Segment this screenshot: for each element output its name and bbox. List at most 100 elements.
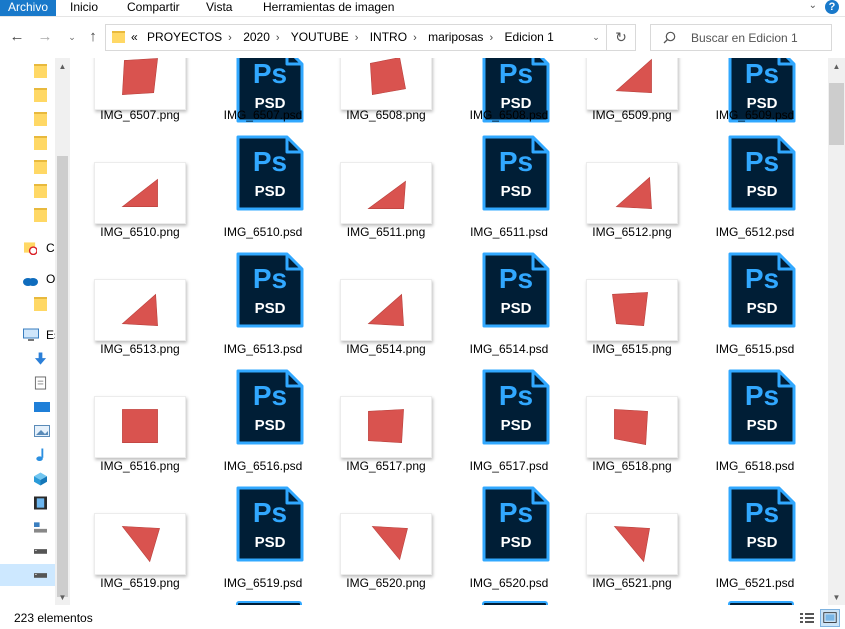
psd-file-item[interactable]: Ps PSD IMG_6519.psd bbox=[203, 58, 304, 590]
nav-drive[interactable] bbox=[0, 540, 55, 562]
item-count: 223 elementos bbox=[14, 611, 93, 625]
tab-herramientas-de-imagen[interactable]: Herramientas de imagen bbox=[263, 0, 394, 16]
nav-folder[interactable] bbox=[0, 180, 55, 202]
scroll-down-icon[interactable]: ▼ bbox=[55, 593, 70, 602]
photoshop-file-icon: Ps PSD bbox=[728, 486, 796, 562]
folder-icon bbox=[34, 64, 47, 78]
nav-folder[interactable] bbox=[0, 60, 55, 82]
address-dropdown-icon[interactable]: ⌄ bbox=[586, 25, 606, 50]
tab-compartir[interactable]: Compartir bbox=[127, 0, 180, 16]
photoshop-file-icon: Ps PSD bbox=[482, 486, 550, 562]
red-shape-preview bbox=[367, 180, 406, 209]
status-bar: 223 elementos bbox=[0, 605, 845, 629]
nav-musica[interactable] bbox=[0, 444, 55, 466]
address-bar[interactable]: « PROYECTOS › 2020 › YOUTUBE › INTRO › marip… bbox=[105, 24, 607, 51]
recent-locations-chevron-icon[interactable]: ⌄ bbox=[63, 28, 81, 46]
breadcrumb-intro[interactable]: INTRO bbox=[370, 30, 407, 44]
nav-folder[interactable] bbox=[0, 293, 55, 315]
psd-file-item[interactable]: Ps PSD IMG_6521.psd bbox=[695, 58, 796, 590]
nav-folder[interactable] bbox=[0, 132, 55, 154]
file-name: IMG_6516.psd bbox=[223, 459, 303, 473]
content-scrollbar[interactable]: ▲ ▼ bbox=[828, 58, 845, 605]
breadcrumb-mariposas[interactable]: mariposas bbox=[428, 30, 483, 44]
image-thumbnail bbox=[586, 162, 678, 224]
breadcrumb-edicion-1[interactable]: Edicion 1 bbox=[504, 30, 553, 44]
nav-objetos-3d[interactable] bbox=[0, 468, 55, 490]
forward-arrow-icon[interactable]: → bbox=[36, 28, 54, 46]
file-name: IMG_6511.psd bbox=[470, 225, 548, 239]
scroll-up-icon[interactable]: ▲ bbox=[55, 62, 70, 71]
breadcrumb: « PROYECTOS › 2020 › YOUTUBE › INTRO › marip… bbox=[131, 25, 560, 50]
psd-extension-label: PSD bbox=[255, 417, 286, 434]
search-input[interactable] bbox=[691, 25, 829, 50]
nav-creative-cloud[interactable]: C bbox=[0, 237, 55, 259]
file-name: IMG_6516.png bbox=[100, 459, 180, 473]
photoshop-file-icon: Ps PSD bbox=[236, 486, 304, 562]
image-thumbnail bbox=[94, 396, 186, 458]
png-file-item[interactable]: IMG_6520.png bbox=[326, 58, 432, 590]
folder-icon bbox=[34, 297, 47, 311]
tab-archivo[interactable]: Archivo bbox=[0, 0, 56, 16]
nav-este-equipo[interactable]: Es bbox=[0, 324, 60, 346]
photoshop-file-icon: Ps PSD bbox=[728, 252, 796, 328]
image-thumbnail bbox=[340, 162, 432, 224]
ps-logo-text: Ps bbox=[745, 497, 779, 528]
chevron-right-icon[interactable]: › bbox=[276, 32, 280, 44]
nav-folder[interactable] bbox=[0, 84, 55, 106]
scroll-down-icon[interactable]: ▼ bbox=[828, 593, 845, 602]
ribbon-tabs: Archivo Inicio Compartir Vista Herramien… bbox=[0, 0, 845, 17]
nav-folder[interactable] bbox=[0, 108, 55, 130]
chevron-right-icon[interactable]: › bbox=[355, 32, 359, 44]
nav-descargas[interactable] bbox=[0, 348, 55, 370]
chevron-right-icon[interactable]: › bbox=[489, 32, 493, 44]
red-shape-preview bbox=[612, 292, 648, 326]
nav-scrollbar[interactable]: ▲ ▼ bbox=[55, 58, 70, 605]
nav-documentos[interactable] bbox=[0, 372, 55, 394]
nav-videos[interactable] bbox=[0, 492, 55, 514]
breadcrumb-2020[interactable]: 2020 bbox=[243, 30, 270, 44]
help-icon[interactable]: ? bbox=[825, 0, 839, 14]
nav-drive[interactable] bbox=[0, 516, 55, 538]
chevron-right-icon[interactable]: › bbox=[228, 32, 232, 44]
png-file-item[interactable]: IMG_6521.png bbox=[572, 58, 678, 590]
nav-imagenes[interactable] bbox=[0, 420, 55, 442]
tab-inicio[interactable]: Inicio bbox=[70, 0, 98, 16]
nav-folder[interactable] bbox=[0, 156, 55, 178]
folder-icon bbox=[34, 208, 47, 222]
ps-logo-text: Ps bbox=[499, 497, 533, 528]
file-name: IMG_6518.psd bbox=[715, 459, 795, 473]
address-toolbar: ← → ⌄ ↑ « PROYECTOS › 2020 › YOUTUBE › INTR… bbox=[0, 18, 845, 58]
nav-escritorio[interactable] bbox=[0, 396, 55, 418]
details-view-icon[interactable] bbox=[797, 609, 817, 627]
nav-onedrive[interactable]: O bbox=[0, 268, 55, 290]
psd-extension-label: PSD bbox=[501, 534, 532, 551]
chevron-right-icon[interactable]: › bbox=[413, 32, 417, 44]
red-shape-preview bbox=[368, 409, 404, 443]
scroll-up-icon[interactable]: ▲ bbox=[828, 62, 845, 71]
red-shape-preview bbox=[122, 409, 158, 443]
file-name: IMG_6521.psd bbox=[715, 576, 795, 590]
image-thumbnail bbox=[94, 162, 186, 224]
scrollbar-thumb[interactable] bbox=[57, 156, 68, 597]
file-name: IMG_6517.psd bbox=[469, 459, 549, 473]
file-name: IMG_6515.png bbox=[592, 342, 672, 356]
search-box[interactable] bbox=[650, 24, 832, 51]
breadcrumb-youtube[interactable]: YOUTUBE bbox=[291, 30, 349, 44]
tab-vista[interactable]: Vista bbox=[206, 0, 232, 16]
red-shape-preview bbox=[367, 293, 404, 326]
navigation-pane: C O Es ▲ ▼ bbox=[0, 58, 70, 605]
up-arrow-icon[interactable]: ↑ bbox=[84, 28, 102, 46]
png-file-item[interactable]: IMG_6519.png bbox=[80, 58, 186, 590]
refresh-icon[interactable]: ↻ bbox=[607, 24, 636, 51]
file-name: IMG_6517.png bbox=[346, 459, 426, 473]
scrollbar-thumb[interactable] bbox=[829, 83, 844, 145]
breadcrumb-proyectos[interactable]: PROYECTOS bbox=[147, 30, 222, 44]
expand-ribbon-chevron-icon[interactable]: ⌄ bbox=[809, 0, 817, 11]
psd-extension-label: PSD bbox=[747, 183, 778, 200]
breadcrumb-overflow[interactable]: « bbox=[131, 30, 138, 44]
back-arrow-icon[interactable]: ← bbox=[8, 28, 26, 46]
large-icons-view-icon[interactable] bbox=[820, 609, 840, 627]
nav-folder[interactable] bbox=[0, 204, 55, 226]
nav-drive-selected[interactable] bbox=[0, 564, 55, 586]
psd-file-item[interactable]: Ps PSD IMG_6520.psd bbox=[449, 58, 550, 590]
